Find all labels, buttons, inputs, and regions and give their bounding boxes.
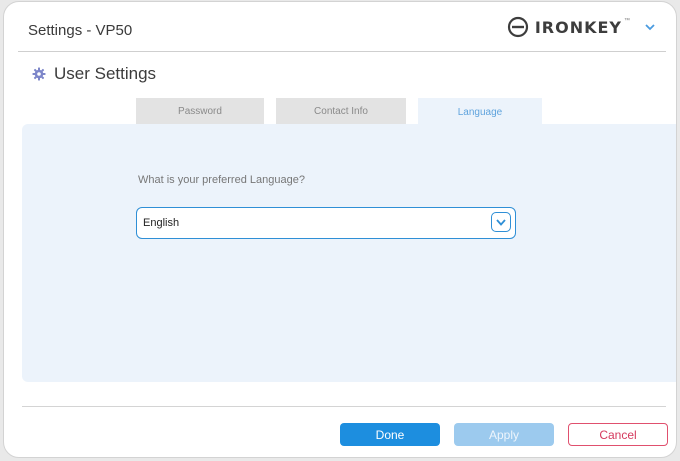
- tab-contact-info[interactable]: Contact Info: [276, 98, 406, 124]
- cancel-button[interactable]: Cancel: [568, 423, 668, 446]
- gear-icon: [32, 67, 46, 81]
- ironkey-logo-icon: [507, 16, 528, 38]
- section-title: User Settings: [54, 64, 157, 83]
- tab-label: Contact Info: [314, 105, 368, 117]
- done-button[interactable]: Done: [340, 423, 440, 446]
- tab-language[interactable]: Language: [418, 98, 542, 126]
- brand-trademark: ™: [624, 18, 630, 24]
- brand-menu[interactable]: IRONKEY ™: [507, 16, 656, 38]
- window-title: Settings - VP50: [28, 22, 133, 39]
- language-selected-value: English: [143, 217, 180, 229]
- tab-label: Language: [457, 106, 503, 118]
- language-select[interactable]: English: [136, 207, 516, 239]
- tab-label: Password: [178, 105, 222, 117]
- brand-name: IRONKEY: [534, 17, 622, 37]
- language-question: What is your preferred Language?: [138, 174, 305, 186]
- apply-button[interactable]: Apply: [454, 423, 554, 446]
- footer-divider: [22, 406, 666, 407]
- settings-window: Settings - VP50 IRONKEY ™ User Settings …: [3, 1, 677, 458]
- title-bar: Settings - VP50 IRONKEY ™: [4, 2, 676, 50]
- chevron-down-icon[interactable]: [644, 21, 656, 33]
- title-divider: [18, 51, 666, 52]
- language-panel: [22, 124, 676, 382]
- tab-password[interactable]: Password: [136, 98, 264, 124]
- language-dropdown-toggle[interactable]: [491, 212, 511, 232]
- chevron-down-icon: [496, 219, 506, 226]
- section-header: User Settings: [32, 64, 156, 84]
